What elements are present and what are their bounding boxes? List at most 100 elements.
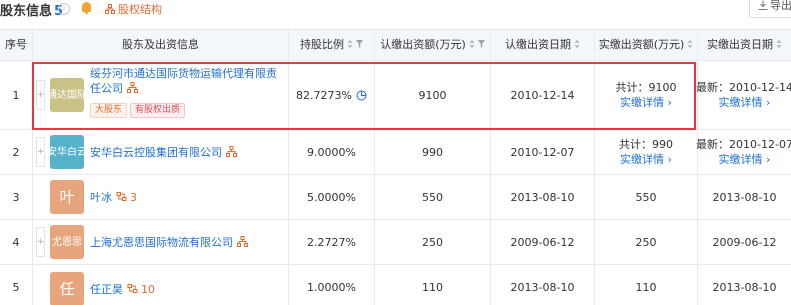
cell-index: 4 <box>0 220 32 264</box>
major-shareholder-tag: 大股东 <box>90 103 128 118</box>
ratio-chart-icon[interactable] <box>356 90 367 101</box>
paid-amount: 550 <box>635 190 657 204</box>
paid-date-detail-label: 实缴详情 <box>718 96 763 109</box>
related-company-count: 3 <box>130 191 137 204</box>
export-data-button[interactable]: 导出数据 <box>749 0 791 18</box>
paid-detail-link[interactable]: 实缴详情 › <box>620 152 672 167</box>
cell-index: 1 <box>0 61 32 129</box>
info-icon[interactable]: i <box>58 3 70 15</box>
subscribed-date: 2010-12-07 <box>510 145 575 159</box>
relation-graph-icon[interactable] <box>127 82 138 93</box>
section-title: 股东信息 5 <box>0 0 63 19</box>
sort-icon[interactable] <box>469 39 475 49</box>
equity-structure-link[interactable]: 股权结构 <box>105 1 162 17</box>
col-header-ratio[interactable]: 持股比例 <box>288 30 374 60</box>
paid-total: 共计：9100 <box>615 81 677 94</box>
cell-paid-amount: 共计：9100 实缴详情 › <box>594 61 697 129</box>
cell-subscribed-amount: 550 <box>374 175 490 219</box>
table-row: 4 + 尤恩思 上海尤恩思国际物流有限公司 2.2727% 250 2009-0… <box>0 220 791 265</box>
person-relation-icon[interactable] <box>116 191 127 202</box>
row-index: 3 <box>12 190 20 204</box>
cell-ratio: 5.0000% <box>288 175 374 219</box>
cell-subscribed-date: 2010-12-07 <box>490 130 594 174</box>
col-header-label: 序号 <box>5 38 27 51</box>
person-avatar: 叶 <box>50 180 84 214</box>
cell-shareholder: + 安华白云 安华白云控股集团有限公司 <box>32 130 288 174</box>
sort-icon[interactable] <box>776 39 782 49</box>
table-row: 5 任 任正昊 10 1.0000% 110 2013-08-10 110 201… <box>0 265 791 305</box>
shareholder-name-link[interactable]: 任正昊 10 <box>90 282 155 297</box>
shareholder-name-link[interactable]: 上海尤恩思国际物流有限公司 <box>90 235 248 250</box>
paid-detail-label: 实缴详情 <box>620 96 665 109</box>
paid-amount: 250 <box>635 235 657 249</box>
cell-paid-amount: 共计：990 实缴详情 › <box>594 130 697 174</box>
bell-icon[interactable] <box>82 2 91 14</box>
paid-latest-date: 最新：2010-12-14 <box>696 81 791 94</box>
col-header-paid-amount[interactable]: 实缴出资额(万元) <box>594 30 697 60</box>
paid-detail-link[interactable]: 实缴详情 › <box>620 95 672 110</box>
cell-paid-date: 最新：2010-12-14 实缴详情 › <box>696 61 791 129</box>
expand-toggle[interactable]: + <box>36 80 45 110</box>
expand-toggle[interactable]: + <box>36 137 45 167</box>
cell-subscribed-amount: 990 <box>374 130 490 174</box>
section-header: 股东信息5 i 股权结构 导出数据 <box>0 0 791 22</box>
col-header-label: 实缴出资日期 <box>707 38 773 51</box>
sort-icon[interactable] <box>574 39 580 49</box>
company-logo: 通达国际 <box>47 78 87 112</box>
paid-total: 共计：990 <box>619 138 673 151</box>
filter-icon[interactable] <box>477 40 485 48</box>
paid-date: 2013-08-10 <box>712 280 777 294</box>
col-header-subscribed-date[interactable]: 认缴出资日期 <box>490 30 594 60</box>
row-index: 1 <box>12 88 20 102</box>
expand-toggle[interactable]: + <box>36 227 45 257</box>
relation-graph-icon[interactable] <box>237 236 248 247</box>
subscribed-date: 2009-06-12 <box>510 235 575 249</box>
cell-subscribed-amount: 110 <box>374 265 490 305</box>
col-header-subscribed-amount[interactable]: 认缴出资额(万元) <box>374 30 490 60</box>
shareholder-name: 叶冰 <box>90 191 112 204</box>
cell-paid-amount: 110 <box>594 265 697 305</box>
cell-paid-date: 最新：2010-12-07 实缴详情 › <box>696 130 791 174</box>
related-company-count: 10 <box>141 283 155 296</box>
col-header-label: 认缴出资日期 <box>505 38 571 51</box>
subscribed-date: 2013-08-10 <box>510 190 575 204</box>
shareholding-ratio: 9.0000% <box>307 145 356 159</box>
cell-subscribed-date: 2010-12-14 <box>490 61 594 129</box>
paid-date-detail-link[interactable]: 实缴详情 › <box>719 95 771 110</box>
cell-paid-amount: 550 <box>594 175 697 219</box>
row-index: 2 <box>12 145 20 159</box>
col-header-label: 实缴出资额(万元) <box>598 38 685 51</box>
shareholding-ratio: 82.7273% <box>296 88 352 102</box>
paid-date-detail-label: 实缴详情 <box>718 153 763 166</box>
table-row: 1 + 通达国际 绥芬河市通达国际货物运输代理有限责任公司 82.7273% 9… <box>0 61 791 130</box>
person-relation-icon[interactable] <box>127 283 138 294</box>
shareholding-ratio: 2.2727% <box>307 235 356 249</box>
shareholder-name-link[interactable]: 绥芬河市通达国际货物运输代理有限责任公司 <box>90 66 282 96</box>
row-index: 5 <box>12 280 20 294</box>
cell-index: 3 <box>0 175 32 219</box>
paid-date-detail-link[interactable]: 实缴详情 › <box>719 152 771 167</box>
sort-icon[interactable] <box>347 39 353 49</box>
relation-graph-icon[interactable] <box>226 146 237 157</box>
sort-icon[interactable] <box>687 39 693 49</box>
paid-detail-label: 实缴详情 <box>620 153 665 166</box>
subscribed-date: 2013-08-10 <box>510 280 575 294</box>
company-logo: 尤恩思 <box>50 225 84 259</box>
filter-icon[interactable] <box>356 40 363 48</box>
cell-shareholder: 叶 叶冰 3 <box>32 175 288 219</box>
shareholder-name: 上海尤恩思国际物流有限公司 <box>90 236 233 249</box>
shareholder-name: 安华白云控股集团有限公司 <box>90 146 222 159</box>
col-header-shareholder: 股东及出资信息 <box>32 30 288 60</box>
cell-subscribed-amount: 9100 <box>374 61 490 129</box>
shareholder-name: 任正昊 <box>90 283 123 296</box>
equity-pledge-tag[interactable]: 有股权出质 <box>130 103 186 118</box>
cell-ratio: 2.2727% <box>288 220 374 264</box>
cell-subscribed-date: 2013-08-10 <box>490 265 594 305</box>
shareholder-name-link[interactable]: 安华白云控股集团有限公司 <box>90 145 237 160</box>
paid-date-block: 最新：2010-12-14 实缴详情 › <box>696 80 791 110</box>
col-header-paid-date[interactable]: 实缴出资日期 <box>697 30 791 60</box>
download-icon <box>758 0 768 10</box>
cell-paid-date: 2013-08-10 <box>697 265 791 305</box>
subscribed-amount: 9100 <box>418 88 447 102</box>
shareholder-name-link[interactable]: 叶冰 3 <box>90 190 137 205</box>
